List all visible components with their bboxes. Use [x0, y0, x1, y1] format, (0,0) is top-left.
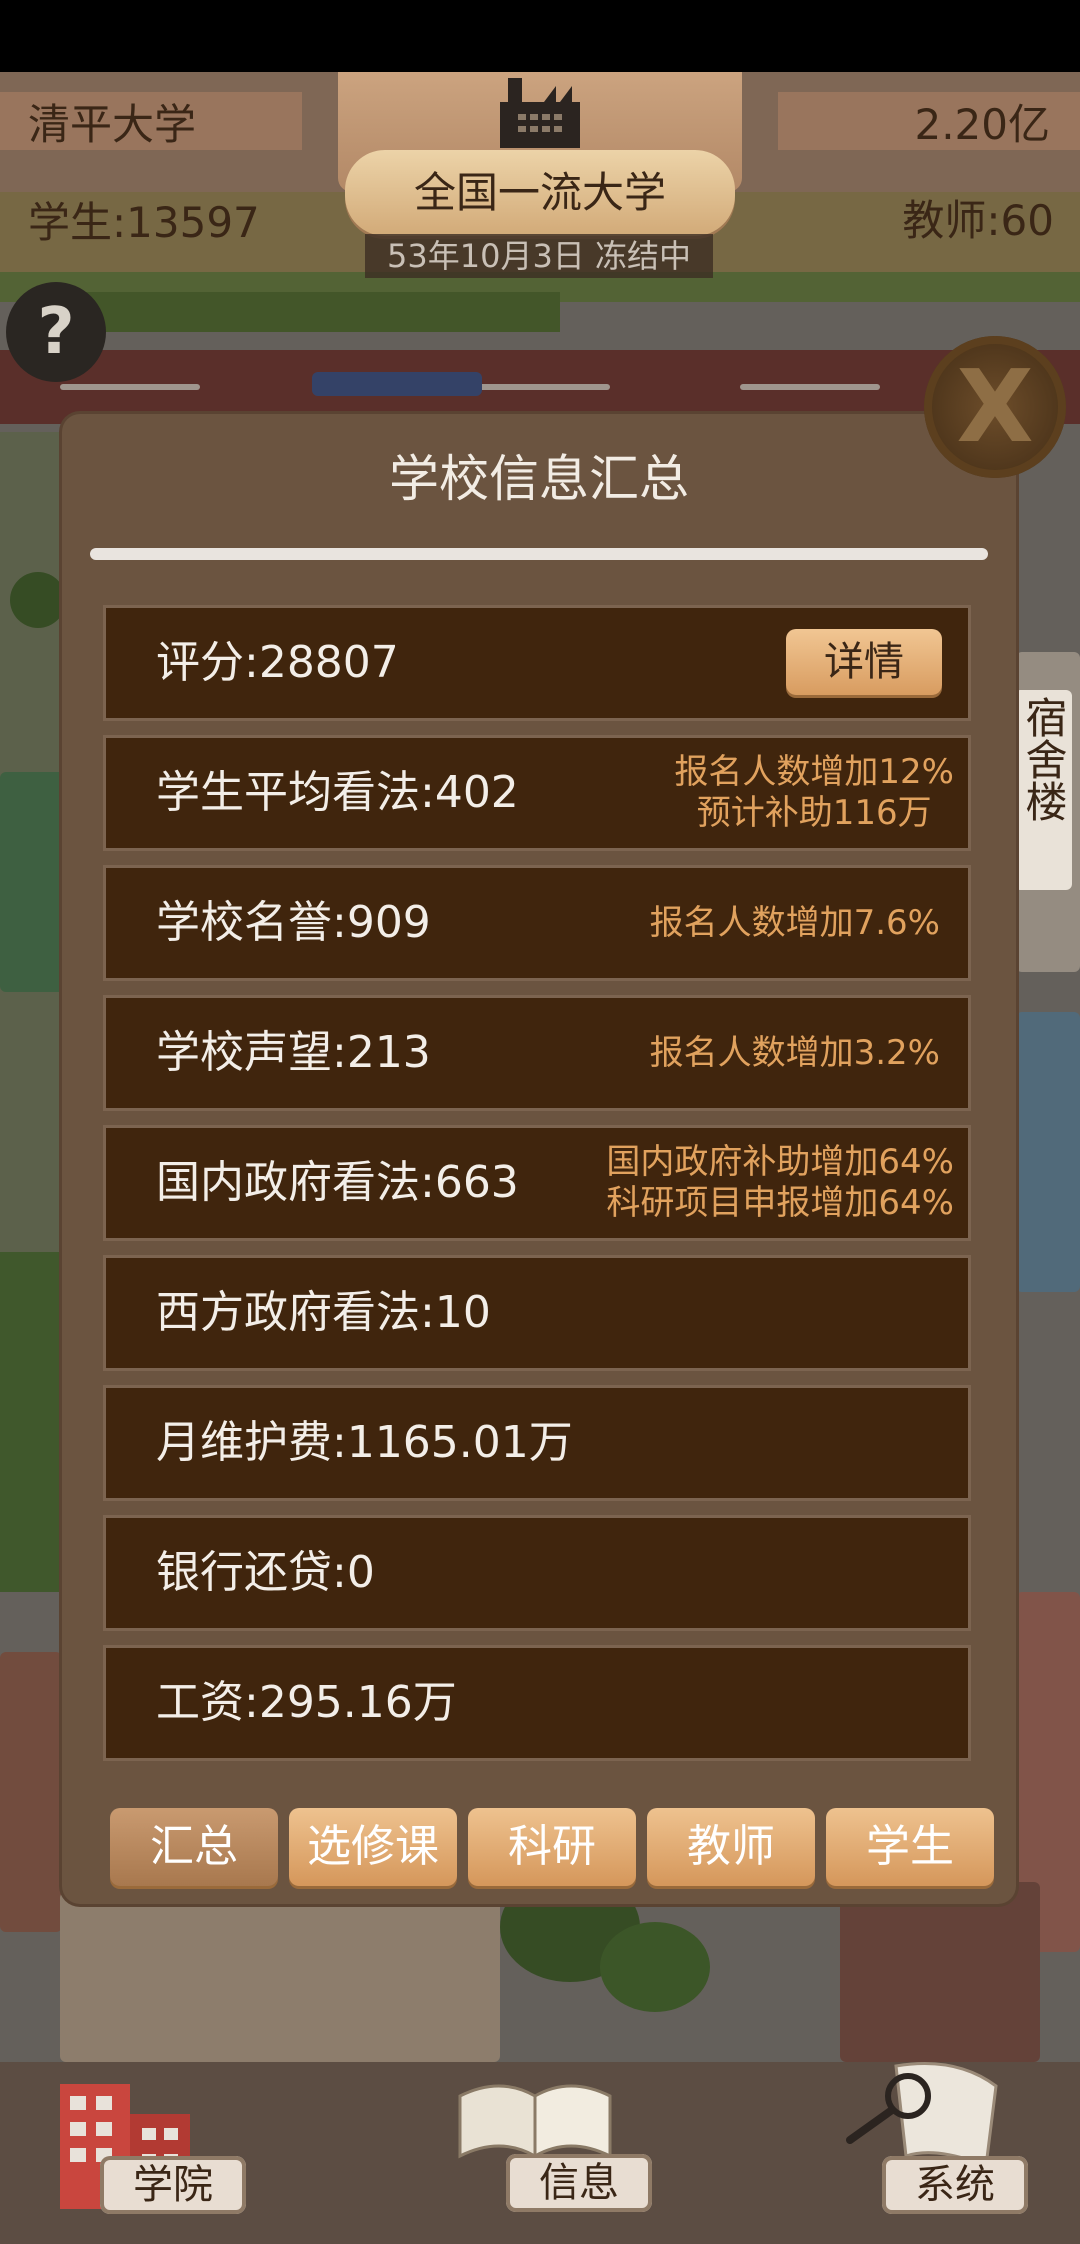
- factory-icon: [500, 78, 580, 148]
- student-count: 学生:13597: [28, 198, 260, 247]
- student-opinion-label: 学生平均看法:402: [156, 767, 519, 818]
- dormitory-sign[interactable]: 宿舍楼: [1014, 690, 1072, 890]
- status-bar: [0, 0, 1080, 72]
- tab-research[interactable]: 科研: [468, 1808, 636, 1886]
- dialog-title: 学校信息汇总: [389, 450, 689, 508]
- tab-teachers[interactable]: 教师: [647, 1808, 815, 1886]
- rank-title: 全国一流大学: [413, 168, 666, 217]
- domestic-government-effects: 国内政府补助增加64% 科研项目申报增加64%: [606, 1142, 954, 1224]
- question-icon: ?: [37, 295, 75, 369]
- close-button[interactable]: X: [924, 336, 1066, 478]
- open-book-icon: [458, 2084, 612, 2159]
- prestige-label: 学校声望:213: [156, 1027, 431, 1078]
- effect-line: 科研项目申报增加64%: [606, 1183, 954, 1223]
- western-government-label: 西方政府看法:10: [156, 1287, 491, 1338]
- tab-electives[interactable]: 选修课: [289, 1808, 457, 1886]
- nav-college[interactable]: 学院: [100, 2156, 246, 2214]
- teacher-count: 教师:60: [902, 196, 1054, 245]
- info-row-loan: 银行还贷:0: [106, 1518, 968, 1628]
- school-info-dialog: 学校信息汇总 评分:28807 详情 学生平均看法:402 报名人数增加12% …: [62, 414, 1016, 1904]
- dormitory-sign-label: 宿舍楼: [1019, 696, 1068, 822]
- money-value: 2.20亿: [914, 100, 1050, 149]
- info-row-reputation: 学校名誉:909 报名人数增加7.6%: [106, 868, 968, 978]
- student-opinion-effects: 报名人数增加12% 预计补助116万: [674, 752, 954, 834]
- info-row-western-government: 西方政府看法:10: [106, 1258, 968, 1368]
- score-label: 评分:28807: [156, 637, 399, 688]
- close-icon: X: [956, 348, 1034, 465]
- title-divider: [90, 548, 988, 560]
- salary-label: 工资:295.16万: [156, 1677, 457, 1728]
- info-row-maintenance: 月维护费:1165.01万: [106, 1388, 968, 1498]
- details-button[interactable]: 详情: [786, 629, 942, 695]
- effect-line: 国内政府补助增加64%: [606, 1142, 954, 1182]
- domestic-government-label: 国内政府看法:663: [156, 1157, 519, 1208]
- info-row-salary: 工资:295.16万: [106, 1648, 968, 1758]
- effect-line: 报名人数增加12%: [674, 752, 954, 792]
- nav-info[interactable]: 信息: [506, 2154, 652, 2212]
- game-date-status: 53年10月3日 冻结中: [365, 234, 713, 278]
- tab-students[interactable]: 学生: [826, 1808, 994, 1886]
- loan-label: 银行还贷:0: [156, 1547, 375, 1598]
- university-name: 清平大学: [28, 100, 197, 149]
- prestige-effect: 报名人数增加3.2%: [649, 1033, 940, 1073]
- help-button[interactable]: ?: [6, 282, 106, 382]
- reputation-label: 学校名誉:909: [156, 897, 431, 948]
- nav-system[interactable]: 系统: [882, 2156, 1028, 2214]
- info-row-student-opinion: 学生平均看法:402 报名人数增加12% 预计补助116万: [106, 738, 968, 848]
- tab-summary[interactable]: 汇总: [110, 1808, 278, 1886]
- bottom-nav: 学院 信息 系统: [0, 2062, 1080, 2244]
- effect-line: 预计补助116万: [696, 793, 932, 833]
- info-row-domestic-government: 国内政府看法:663 国内政府补助增加64% 科研项目申报增加64%: [106, 1128, 968, 1238]
- reputation-effect: 报名人数增加7.6%: [649, 903, 940, 943]
- info-row-score: 评分:28807 详情: [106, 608, 968, 718]
- info-row-prestige: 学校声望:213 报名人数增加3.2%: [106, 998, 968, 1108]
- maintenance-label: 月维护费:1165.01万: [156, 1417, 573, 1468]
